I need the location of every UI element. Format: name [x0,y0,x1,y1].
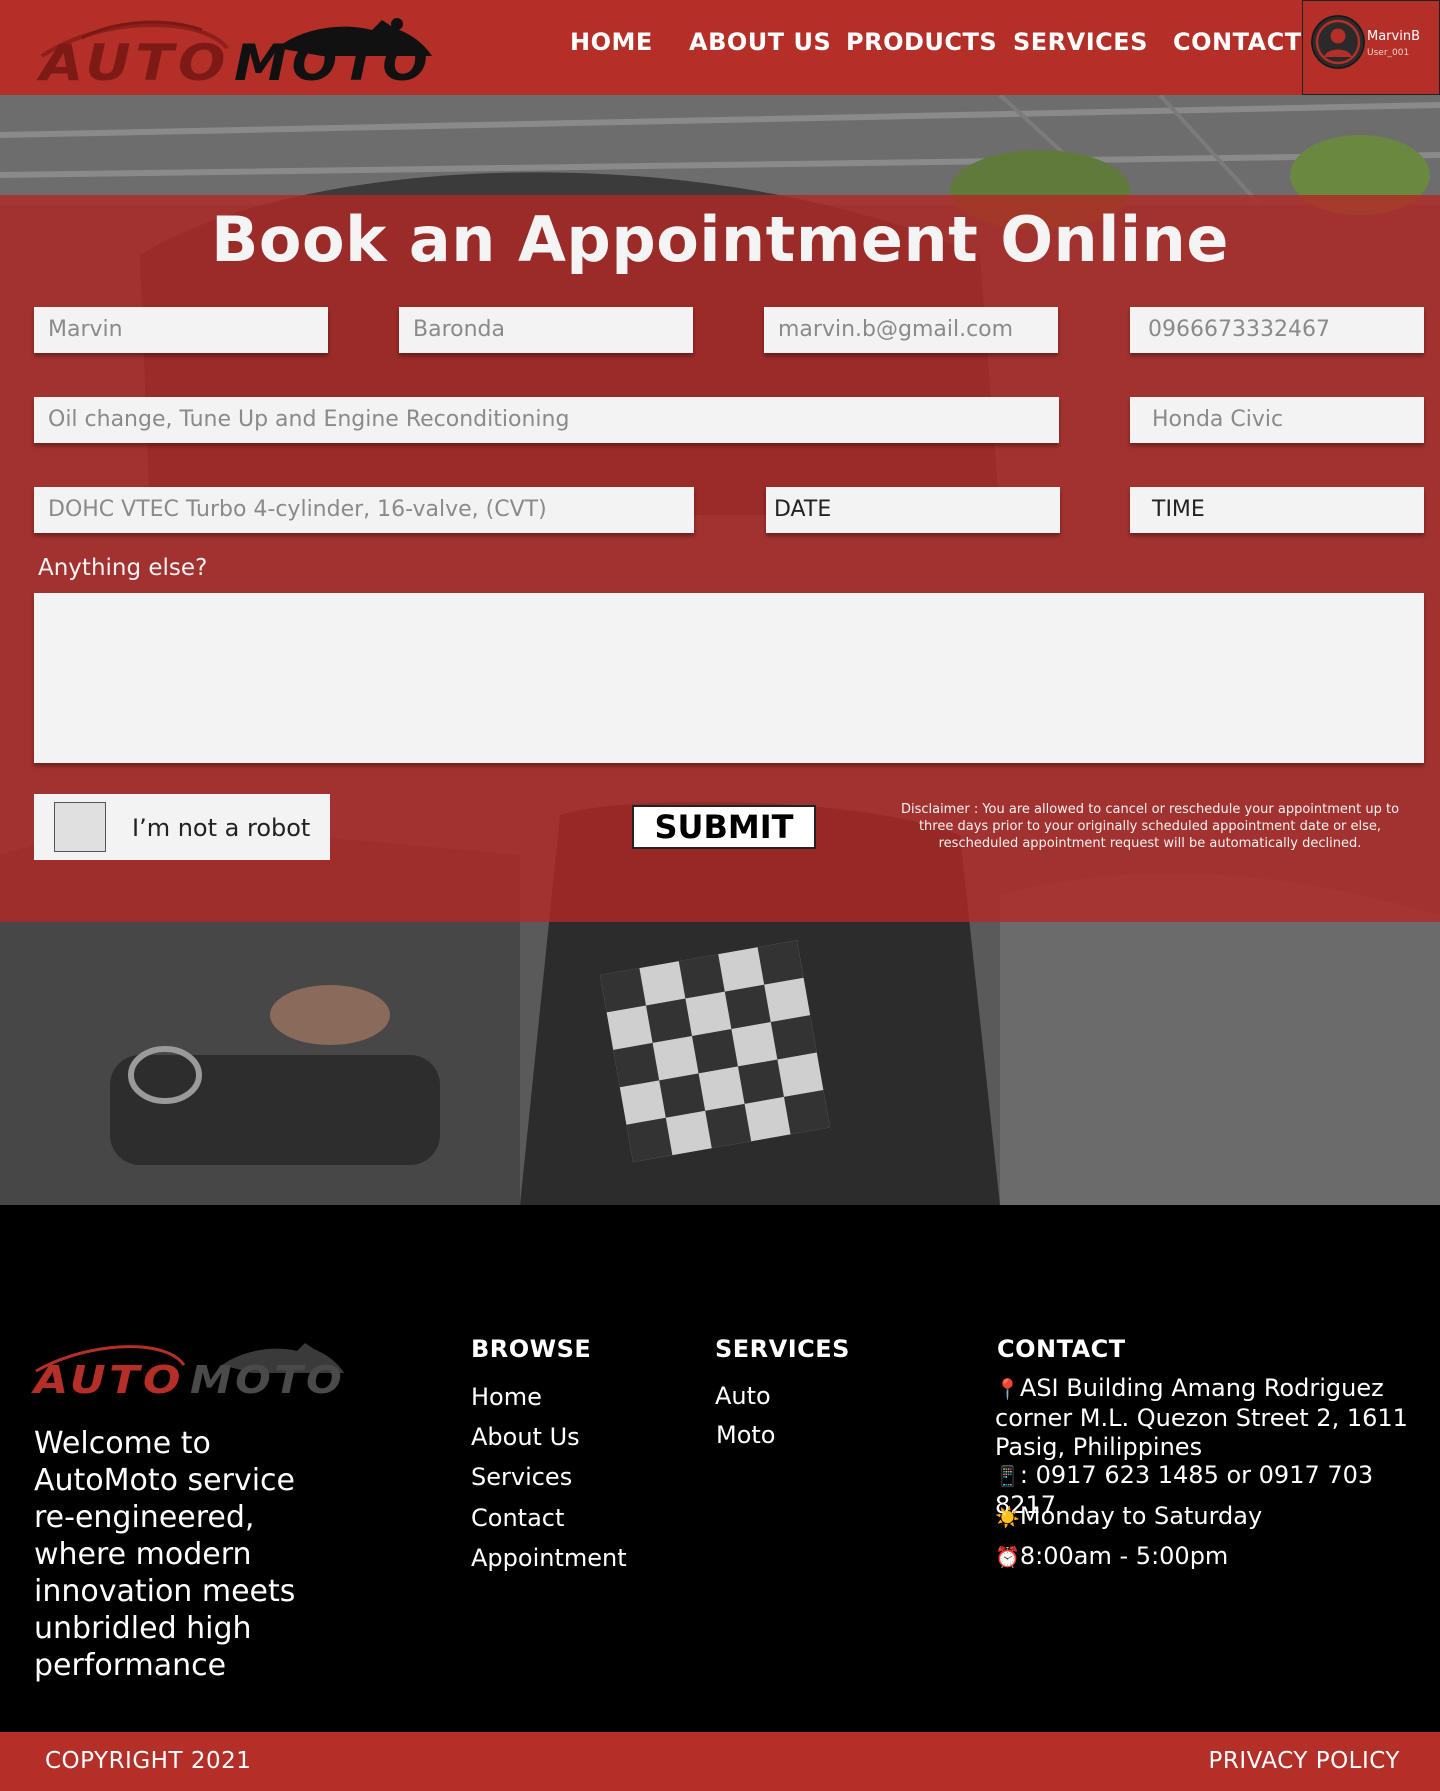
email-field[interactable]: marvin.b@gmail.com [764,307,1058,353]
booking-section: Book an Appointment Online Marvin Barond… [0,95,1440,1205]
footer-address-text: ASI Building Amang Rodriguez corner M.L.… [995,1374,1408,1461]
footer-services-heading: SERVICES [715,1335,850,1363]
notes-label: Anything else? [38,555,208,581]
footer-address: 📍ASI Building Amang Rodriguez corner M.L… [995,1374,1425,1462]
user-id: User_001 [1367,48,1410,58]
logo-auto-text: AUTO [36,34,230,88]
footer-link-contact[interactable]: Contact [471,1504,564,1532]
nav-products[interactable]: PRODUCTS [846,28,997,56]
captcha-label: I’m not a robot [132,814,311,842]
time-field[interactable]: TIME [1130,487,1424,533]
nav-services[interactable]: SERVICES [1013,28,1148,56]
footer-days-text: Monday to Saturday [1019,1502,1263,1530]
footer-browse-heading: BROWSE [471,1335,592,1363]
disclaimer-text: Disclaimer : You are allowed to cancel o… [900,802,1400,851]
top-navbar: AUTO MOTO HOME ABOUT US PRODUCTS SERVICE… [0,0,1440,95]
phone-field[interactable]: 0966673332467 [1130,307,1424,353]
last-name-field[interactable]: Baronda [399,307,693,353]
user-avatar-icon [1311,15,1365,69]
footer-link-about-us[interactable]: About Us [471,1423,580,1451]
nav-home[interactable]: HOME [570,28,653,56]
footer-link-auto[interactable]: Auto [715,1382,771,1410]
user-name: MarvinB [1367,29,1420,44]
notes-textarea[interactable] [34,593,1424,763]
submit-button[interactable]: SUBMIT [632,805,816,849]
page-title: Book an Appointment Online [211,203,1229,276]
mobile-phone-icon: 📱 [995,1464,1020,1488]
logo-moto-text: MOTO [234,34,432,88]
date-field[interactable]: DATE [766,487,1060,533]
captcha-checkbox[interactable] [54,802,106,852]
footer-logo-auto-text: AUTO [31,1358,184,1399]
vehicle-field[interactable]: Honda Civic [1130,397,1424,443]
copyright-text: COPYRIGHT 2021 [45,1748,252,1774]
engine-field[interactable]: DOHC VTEC Turbo 4-cylinder, 16-valve, (C… [34,487,694,533]
footer-bottom-bar: COPYRIGHT 2021 PRIVACY POLICY [0,1732,1440,1791]
user-profile[interactable]: MarvinB User_001 [1302,0,1440,95]
footer-link-appointment[interactable]: Appointment [471,1544,627,1572]
footer-hours-text: 8:00am - 5:00pm [1019,1542,1229,1570]
captcha-widget: I’m not a robot [34,794,330,860]
service-field[interactable]: Oil change, Tune Up and Engine Reconditi… [34,397,1059,443]
sun-icon: ☀️ [995,1505,1020,1529]
privacy-policy-link[interactable]: PRIVACY POLICY [1208,1748,1400,1774]
location-pin-icon: 📍 [995,1377,1020,1401]
footer-days: ☀️Monday to Saturday [995,1502,1425,1532]
automoto-logo[interactable]: AUTO MOTO [22,8,442,88]
footer-hours: ⏰8:00am - 5:00pm [995,1542,1425,1572]
footer-link-home[interactable]: Home [471,1383,542,1411]
footer-contact-heading: CONTACT [997,1335,1126,1363]
footer-logo-moto-text: MOTO [190,1358,345,1399]
footer-link-services[interactable]: Services [471,1463,572,1491]
nav-contact[interactable]: CONTACT [1173,28,1302,56]
footer-welcome-text: Welcome to AutoMoto service re-engineere… [34,1426,296,1683]
footer-automoto-logo[interactable]: AUTO MOTO [22,1333,352,1399]
nav-about-us[interactable]: ABOUT US [689,28,831,56]
footer-link-moto[interactable]: Moto [716,1421,775,1449]
alarm-clock-icon: ⏰ [995,1545,1020,1569]
footer: AUTO MOTO Welcome to AutoMoto service re… [0,1205,1440,1732]
first-name-field[interactable]: Marvin [34,307,328,353]
